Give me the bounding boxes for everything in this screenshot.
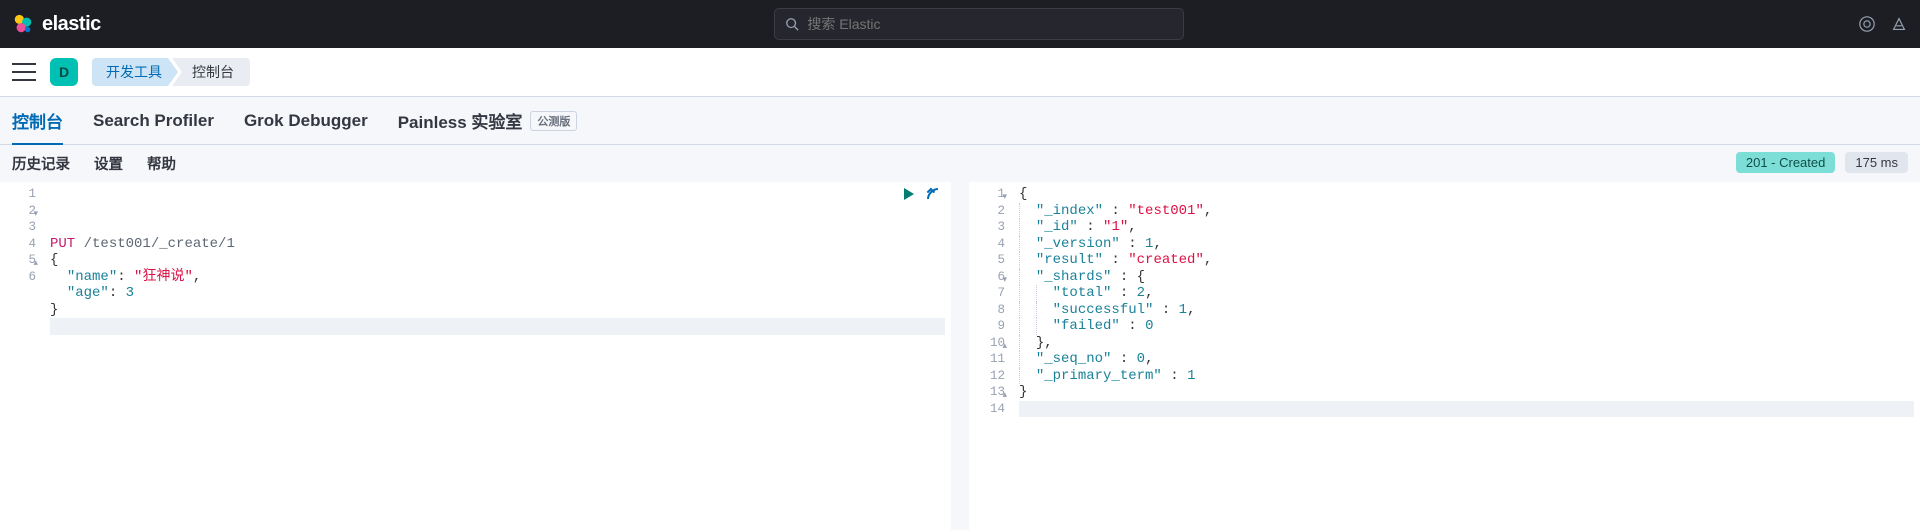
- breadcrumb: 开发工具 控制台: [92, 58, 250, 86]
- global-header: elastic: [0, 0, 1920, 48]
- nav-toggle-icon[interactable]: [12, 63, 36, 81]
- header-right-icons: [1858, 15, 1908, 33]
- request-action-icons: [901, 186, 941, 202]
- request-options-icon[interactable]: [925, 186, 941, 202]
- tab-console[interactable]: 控制台: [12, 96, 63, 145]
- tab-painless-lab-label: Painless 实验室: [398, 108, 523, 133]
- space-selector[interactable]: D: [50, 58, 78, 86]
- breadcrumb-dev-tools[interactable]: 开发工具: [92, 58, 178, 86]
- response-status-row: 201 - Created 175 ms: [1736, 152, 1908, 173]
- global-search-wrap: [774, 8, 1184, 40]
- response-gutter: 1▾23456▾78910▴111213▴14: [969, 182, 1013, 530]
- setup-guide-icon[interactable]: [1890, 15, 1908, 33]
- console-subtabs: 历史记录 设置 帮助: [0, 145, 1920, 182]
- request-editor[interactable]: 12▾345▴6 PUT /test001/_create/1{ "name":…: [0, 182, 951, 530]
- response-code: { "_index" : "test001", "_id" : "1", "_v…: [1013, 182, 1920, 530]
- request-code[interactable]: PUT /test001/_create/1{ "name": "狂神说", "…: [44, 182, 951, 530]
- elastic-logo[interactable]: elastic: [12, 13, 101, 36]
- beta-badge: 公测版: [530, 111, 577, 131]
- subtab-history[interactable]: 历史记录: [12, 153, 70, 174]
- response-status-badge: 201 - Created: [1736, 152, 1836, 173]
- elastic-logo-icon: [12, 13, 34, 35]
- dev-tools-tabs: 控制台 Search Profiler Grok Debugger Painle…: [0, 97, 1920, 145]
- subtab-settings[interactable]: 设置: [94, 153, 123, 174]
- global-search[interactable]: [774, 8, 1184, 40]
- app-navbar: D 开发工具 控制台: [0, 48, 1920, 97]
- breadcrumb-console: 控制台: [172, 58, 250, 86]
- editor-split: 201 - Created 175 ms 12▾345▴6 PUT /test0…: [0, 182, 1920, 530]
- subtab-help[interactable]: 帮助: [147, 153, 176, 174]
- newsfeed-icon[interactable]: [1858, 15, 1876, 33]
- global-search-input[interactable]: [807, 16, 1173, 32]
- elastic-logo-text: elastic: [42, 13, 101, 36]
- run-request-icon[interactable]: [901, 186, 917, 202]
- search-icon: [785, 17, 799, 31]
- request-gutter: 12▾345▴6: [0, 182, 44, 530]
- response-viewer[interactable]: 1▾23456▾78910▴111213▴14 { "_index" : "te…: [969, 182, 1920, 530]
- tab-search-profiler[interactable]: Search Profiler: [93, 99, 214, 143]
- response-time-badge: 175 ms: [1845, 152, 1908, 173]
- tab-painless-lab[interactable]: Painless 实验室 公测版: [398, 96, 578, 145]
- tab-grok-debugger[interactable]: Grok Debugger: [244, 99, 368, 143]
